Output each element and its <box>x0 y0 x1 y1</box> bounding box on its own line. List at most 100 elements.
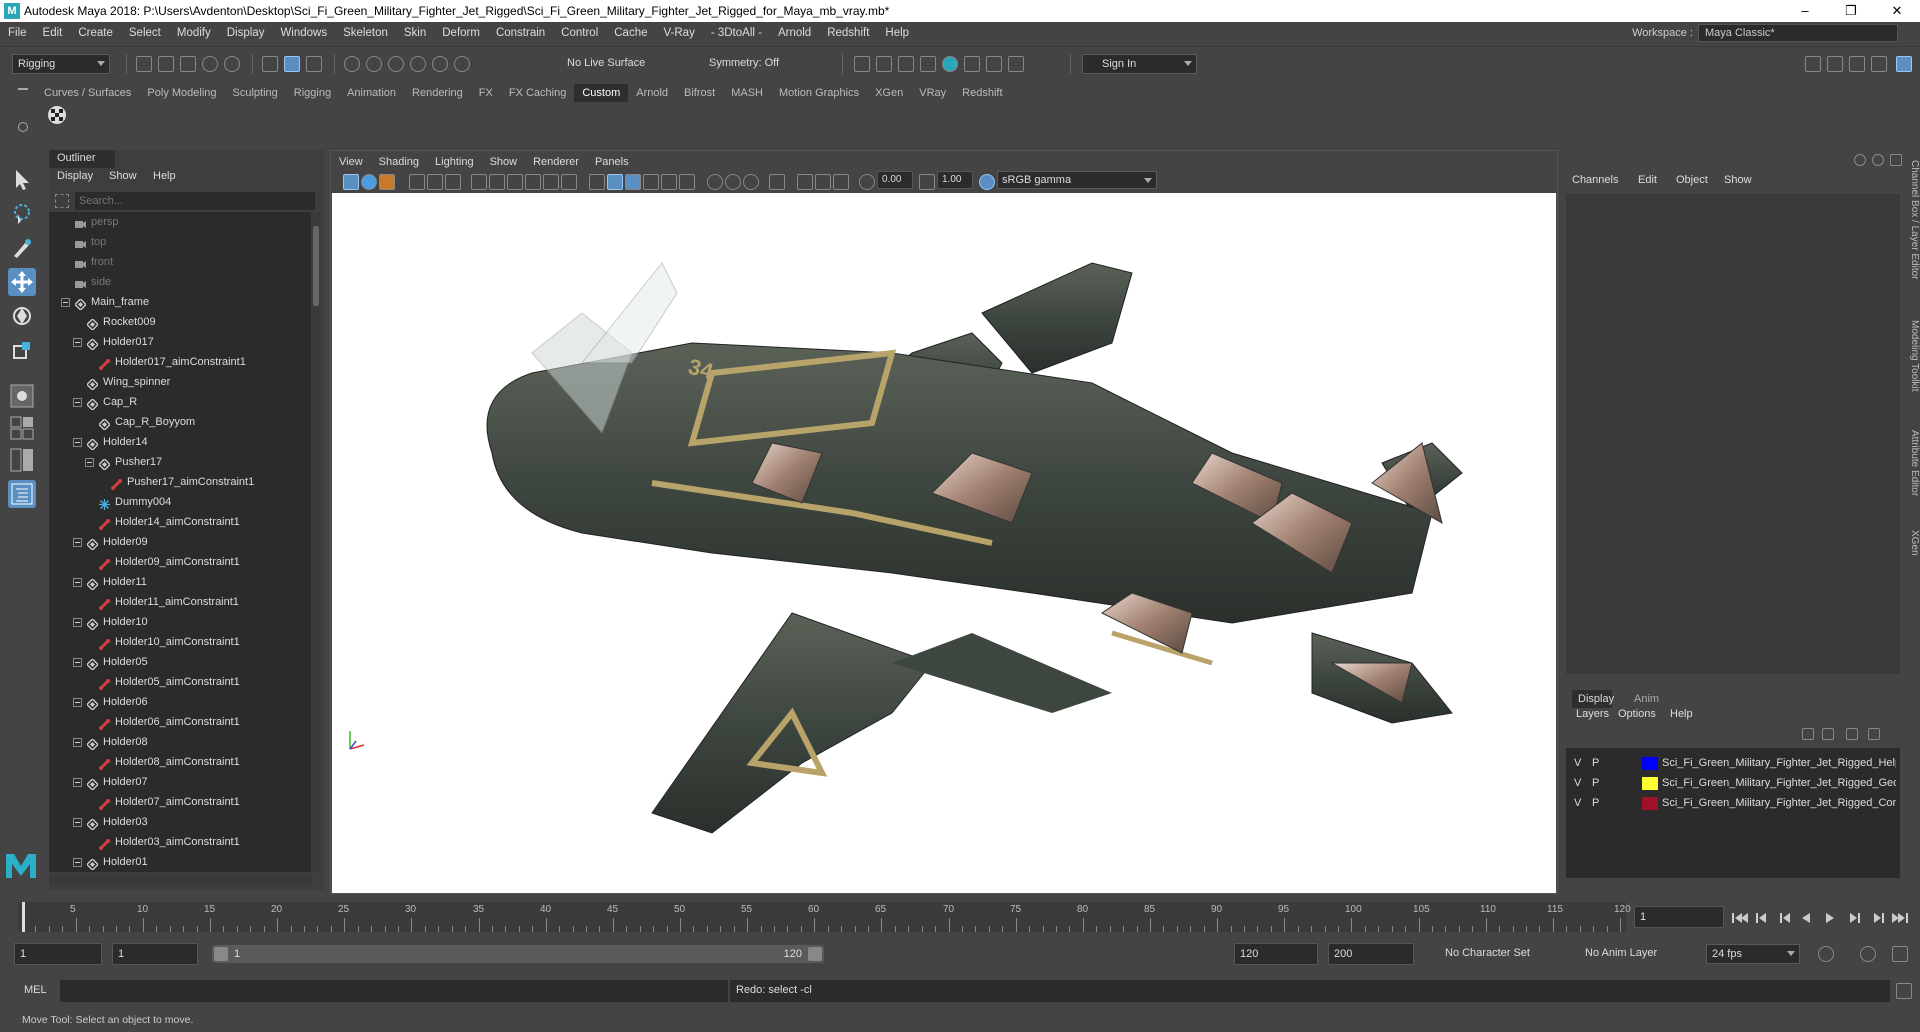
current-time-indicator[interactable] <box>22 902 25 932</box>
time-slider-bar[interactable]: 5 10 15 20 25 30 35 40 45 50 55 60 65 70 75 80 85 90 95 100… <box>18 902 1631 932</box>
outliner-row[interactable]: side <box>49 272 311 292</box>
auto-key-icon[interactable] <box>1860 946 1876 962</box>
undo-icon[interactable] <box>202 56 218 72</box>
outliner-row[interactable]: Holder05 <box>49 652 311 672</box>
xray-icon[interactable] <box>797 174 813 190</box>
live-surface-field[interactable]: No Live Surface <box>562 54 662 74</box>
layer-visibility-toggle[interactable]: V <box>1574 774 1581 792</box>
outliner-row[interactable]: Holder07 <box>49 772 311 792</box>
snap-surface-icon[interactable] <box>432 56 448 72</box>
menu-create[interactable]: Create <box>70 22 121 44</box>
menu-deform[interactable]: Deform <box>434 22 488 44</box>
vray-render-icon[interactable] <box>964 56 980 72</box>
shadows-icon[interactable] <box>679 174 695 190</box>
outliner-row[interactable]: Holder09_aimConstraint1 <box>49 552 311 572</box>
outliner-row[interactable]: Holder06_aimConstraint1 <box>49 712 311 732</box>
snap-grid-icon[interactable] <box>344 56 360 72</box>
outliner-row[interactable]: Holder10 <box>49 612 311 632</box>
grid-toggle-icon[interactable] <box>471 174 487 190</box>
outliner-row[interactable]: Holder08 <box>49 732 311 752</box>
outliner-row[interactable]: Holder05_aimConstraint1 <box>49 672 311 692</box>
select-object-icon[interactable] <box>284 56 300 72</box>
range-slider-bar[interactable]: 1 120 <box>212 945 824 963</box>
outliner-row[interactable]: Rocket009 <box>49 312 311 332</box>
menu-file[interactable]: File <box>0 22 35 44</box>
outliner-row[interactable]: Wing_spinner <box>49 372 311 392</box>
gamma-icon[interactable] <box>919 174 935 190</box>
channels-menu[interactable]: Channels <box>1572 174 1618 186</box>
render-setup-icon[interactable] <box>986 56 1002 72</box>
script-editor-icon[interactable] <box>1896 983 1912 999</box>
layer-visibility-toggle[interactable]: V <box>1574 754 1581 772</box>
tool-settings-icon[interactable] <box>1849 56 1865 72</box>
options-menu[interactable]: Options <box>1618 708 1656 720</box>
shelf-tab-redshift[interactable]: Redshift <box>954 84 1010 102</box>
end-time-field[interactable]: 200 <box>1328 943 1414 965</box>
command-language-label[interactable]: MEL <box>24 984 47 996</box>
new-layer-from-selection-icon[interactable] <box>1868 728 1880 740</box>
layers-menu[interactable]: Layers <box>1576 708 1609 720</box>
exposure-icon[interactable] <box>859 174 875 190</box>
menu-windows[interactable]: Windows <box>272 22 335 44</box>
rotate-tool-icon[interactable] <box>8 302 36 330</box>
symmetry-field[interactable]: Symmetry: Off <box>704 54 804 74</box>
collapse-toggle-icon[interactable] <box>85 458 94 467</box>
menu-display[interactable]: Display <box>219 22 273 44</box>
move-tool-icon[interactable] <box>8 268 36 296</box>
help-menu[interactable]: Help <box>1670 708 1693 720</box>
shelf-tab-bifrost[interactable]: Bifrost <box>676 84 723 102</box>
shelf-tab-vray[interactable]: VRay <box>911 84 954 102</box>
playback-end-field[interactable]: 120 <box>1234 943 1318 965</box>
workspace-dropdown[interactable]: Maya Classic* <box>1698 24 1898 42</box>
range-end-handle[interactable] <box>808 947 822 961</box>
menu-3dtoall[interactable]: - 3DtoAll - <box>703 22 770 44</box>
shelf-settings-gear-icon[interactable] <box>18 122 28 132</box>
outliner-row[interactable]: Pusher17_aimConstraint1 <box>49 472 311 492</box>
render-frame-icon[interactable] <box>876 56 892 72</box>
collapse-toggle-icon[interactable] <box>61 298 70 307</box>
channel-box-icon[interactable] <box>1854 154 1866 166</box>
bookmarks-icon[interactable] <box>379 174 395 190</box>
outliner-row[interactable]: Holder11_aimConstraint1 <box>49 592 311 612</box>
resolution-gate-icon[interactable] <box>507 174 523 190</box>
layer-visibility-toggle[interactable]: V <box>1574 794 1581 812</box>
viewport-menu-lighting[interactable]: Lighting <box>427 153 482 171</box>
show-menu[interactable]: Show <box>1724 174 1752 186</box>
safe-action-icon[interactable] <box>561 174 577 190</box>
shelf-tab-rendering[interactable]: Rendering <box>404 84 471 102</box>
outliner-search-input[interactable] <box>75 192 315 210</box>
menu-cache[interactable]: Cache <box>606 22 655 44</box>
collapse-toggle-icon[interactable] <box>73 818 82 827</box>
collapse-toggle-icon[interactable] <box>73 338 82 347</box>
outliner-row[interactable]: Holder017 <box>49 332 311 352</box>
outliner-row[interactable]: persp <box>49 212 311 232</box>
collapse-toggle-icon[interactable] <box>73 778 82 787</box>
field-chart-icon[interactable] <box>543 174 559 190</box>
hypershade-icon[interactable] <box>942 56 958 72</box>
layer-color-swatch[interactable] <box>1642 797 1658 810</box>
2d-pan-zoom-icon[interactable] <box>427 174 443 190</box>
colorspace-dropdown[interactable]: sRGB gamma <box>997 171 1157 189</box>
display-tab[interactable]: Display <box>1572 690 1614 708</box>
shelf-tab-curves[interactable]: Curves / Surfaces <box>36 84 139 102</box>
sign-in-dropdown[interactable]: Sign In <box>1082 54 1197 74</box>
snap-view-icon[interactable] <box>410 56 426 72</box>
scrollbar-thumb[interactable] <box>313 226 319 306</box>
layer-color-swatch[interactable] <box>1642 777 1658 790</box>
outliner-row[interactable]: Dummy004 <box>49 492 311 512</box>
outliner-row[interactable]: Holder08_aimConstraint1 <box>49 752 311 772</box>
outliner-menu-display[interactable]: Display <box>57 170 93 188</box>
checker-shader-icon[interactable] <box>48 106 66 124</box>
new-scene-icon[interactable] <box>136 56 152 72</box>
lasso-tool-icon[interactable] <box>8 200 36 228</box>
textured-icon[interactable] <box>643 174 659 190</box>
menu-edit[interactable]: Edit <box>35 22 71 44</box>
motion-blur-icon[interactable] <box>725 174 741 190</box>
outliner-row[interactable]: Main_frame <box>49 292 311 312</box>
tool-settings-icon[interactable] <box>1890 154 1902 166</box>
use-all-lights-icon[interactable] <box>661 174 677 190</box>
anim-layer-dropdown[interactable]: No Anim Layer <box>1580 944 1680 964</box>
camera-attributes-icon[interactable] <box>361 174 377 190</box>
outliner-row[interactable]: Holder10_aimConstraint1 <box>49 632 311 652</box>
outliner-row[interactable]: Holder06 <box>49 692 311 712</box>
